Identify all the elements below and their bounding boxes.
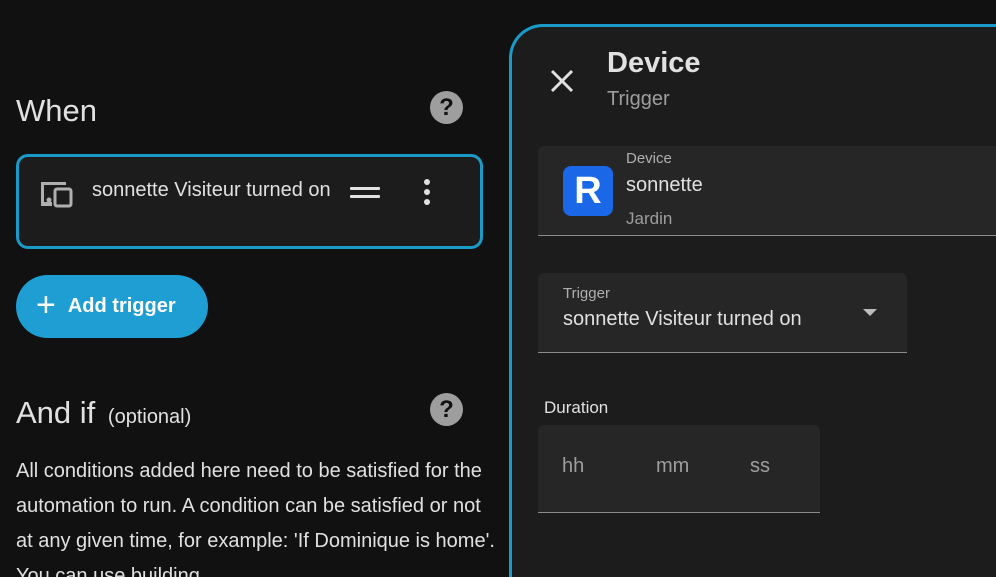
trigger-select-value: sonnette Visiteur turned on	[563, 308, 802, 330]
duration-label: Duration	[544, 398, 609, 417]
and-if-section-title: And if (optional)	[16, 395, 191, 431]
devices-icon	[41, 182, 73, 208]
plus-icon: +	[36, 286, 56, 324]
add-trigger-label: Add trigger	[67, 295, 176, 317]
dialog-subtitle: Trigger	[607, 88, 670, 110]
question-mark-icon[interactable]: ?	[430, 91, 463, 124]
add-trigger-button[interactable]: + Add trigger	[16, 275, 208, 338]
optional-label: (optional)	[107, 406, 192, 428]
and-if-title: And if	[16, 395, 96, 430]
trigger-select-label: Trigger	[563, 285, 610, 302]
device-picker[interactable]: R Device sonnette Jardin	[538, 146, 996, 236]
chevron-down-icon	[863, 309, 877, 316]
trigger-description: sonnette Visiteur turned on	[92, 179, 331, 201]
question-mark-icon[interactable]: ?	[430, 393, 463, 426]
trigger-card[interactable]: sonnette Visiteur turned on	[16, 154, 483, 249]
seconds-field[interactable]: ss	[750, 455, 770, 478]
dots-vertical-icon[interactable]	[417, 179, 437, 209]
device-field-label: Device	[626, 150, 672, 167]
device-logo: R	[563, 166, 613, 216]
when-section-title: When	[16, 93, 97, 128]
drag-handle-icon[interactable]	[350, 187, 380, 201]
hours-field[interactable]: hh	[562, 455, 584, 478]
close-icon[interactable]	[548, 67, 576, 95]
dialog-title: Device	[607, 47, 701, 79]
device-trigger-dialog: Device Trigger R Device sonnette Jardin …	[509, 24, 996, 577]
duration-input: hh mm ss	[538, 425, 820, 513]
device-name: sonnette	[626, 174, 703, 196]
trigger-select[interactable]: Trigger sonnette Visiteur turned on	[538, 273, 907, 353]
minutes-field[interactable]: mm	[656, 455, 689, 478]
conditions-description: All conditions added here need to be sat…	[16, 460, 495, 577]
device-area: Jardin	[626, 209, 673, 228]
automation-editor: When ? sonnette Visiteur turned on + Add…	[0, 0, 510, 577]
